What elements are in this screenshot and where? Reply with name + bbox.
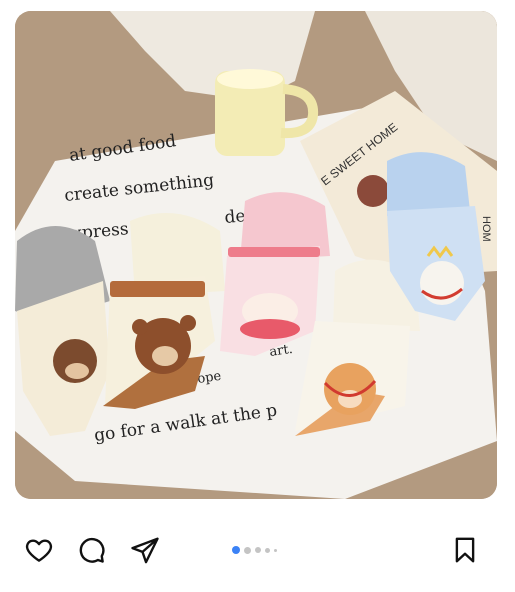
carousel-dot: [265, 547, 270, 553]
like-button[interactable]: [22, 533, 56, 567]
bookmark-icon: [455, 537, 475, 563]
comment-icon: [79, 537, 105, 563]
save-button[interactable]: [448, 533, 482, 567]
carousel-dot: [244, 546, 251, 554]
paper-plane-icon: [131, 537, 159, 564]
post-image[interactable]: E SWEET HOME HOM at good food create som…: [15, 11, 497, 499]
book-side-text: HOM: [480, 216, 492, 242]
carousel-indicator: [232, 545, 277, 555]
carousel-dot-active: [232, 546, 240, 554]
carousel-dot: [274, 548, 277, 552]
post-photo: E SWEET HOME HOM at good food create som…: [15, 11, 497, 499]
share-button[interactable]: [128, 533, 162, 567]
post-action-bar: [0, 520, 515, 580]
heart-icon: [25, 539, 53, 562]
carousel-dot: [255, 547, 261, 553]
comment-button[interactable]: [74, 533, 108, 567]
